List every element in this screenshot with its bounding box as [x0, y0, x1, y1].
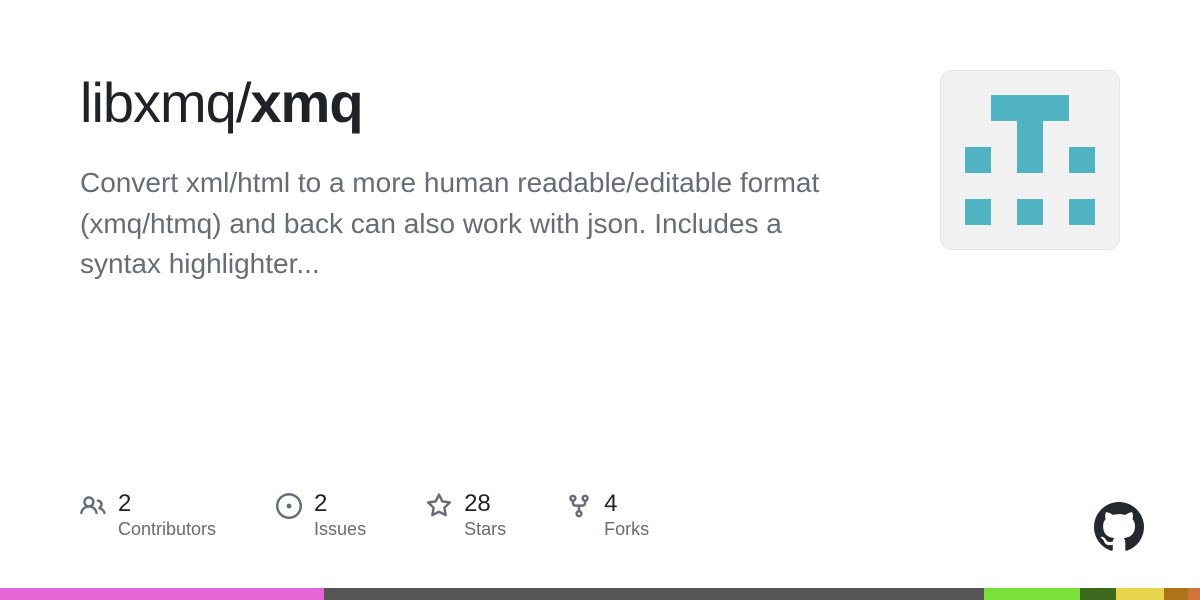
github-logo-icon[interactable] [1094, 502, 1144, 552]
contributors-label: Contributors [118, 519, 216, 540]
language-segment [324, 588, 984, 600]
star-icon [426, 493, 452, 519]
slash: / [236, 71, 251, 134]
people-icon [80, 493, 106, 519]
language-segment [984, 588, 1080, 600]
stars-label: Stars [464, 519, 506, 540]
contributors-value: 2 [118, 491, 216, 517]
forks-label: Forks [604, 519, 649, 540]
fork-icon [566, 493, 592, 519]
language-segment [1116, 588, 1164, 600]
language-segment [1188, 588, 1200, 600]
language-segment [0, 588, 324, 600]
stats-row: 2 Contributors 2 Issues 28 Stars 4 Forks [80, 491, 649, 540]
language-bar [0, 588, 1200, 600]
stat-stars[interactable]: 28 Stars [426, 491, 506, 540]
stat-issues[interactable]: 2 Issues [276, 491, 366, 540]
language-segment [1080, 588, 1116, 600]
forks-value: 4 [604, 491, 649, 517]
stars-value: 28 [464, 491, 506, 517]
repo-avatar [940, 70, 1120, 250]
issues-value: 2 [314, 491, 366, 517]
issue-icon [276, 493, 302, 519]
stat-contributors[interactable]: 2 Contributors [80, 491, 216, 540]
issues-label: Issues [314, 519, 366, 540]
repo-name: xmq [250, 71, 362, 134]
repo-description: Convert xml/html to a more human readabl… [80, 163, 860, 285]
identicon-icon [965, 95, 1095, 225]
repo-title[interactable]: libxmq/xmq [80, 70, 900, 135]
stat-forks[interactable]: 4 Forks [566, 491, 649, 540]
language-segment [1164, 588, 1188, 600]
repo-owner: libxmq [80, 71, 236, 134]
